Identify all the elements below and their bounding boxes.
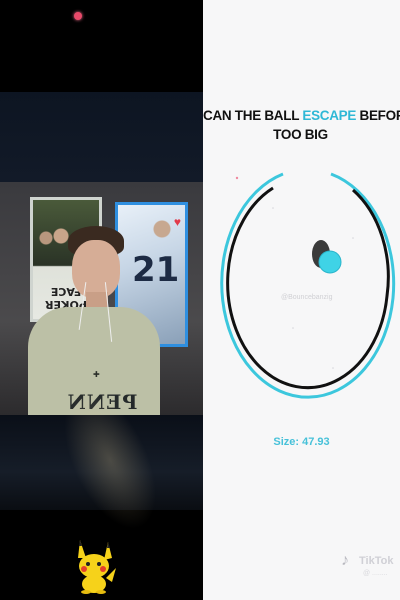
- heart-icon: ♥: [173, 215, 181, 229]
- tiktok-logo-icon: ♪: [341, 552, 349, 569]
- particle: [272, 207, 274, 209]
- particle: [352, 237, 354, 239]
- watermark: @Bouncebanzig: [281, 294, 333, 301]
- title-highlight: ESCAPE: [302, 108, 357, 123]
- title-part-2: BEFORE ITS: [359, 108, 400, 123]
- particle: [332, 367, 334, 369]
- poster-21-number: 21: [132, 250, 180, 290]
- particle: [235, 176, 239, 180]
- pikachu-sticker-icon: [78, 540, 116, 594]
- video-title: CAN THE BALL ESCAPE BEFORE ITS TOO BIG: [203, 106, 400, 144]
- tiktok-handle: @ ........: [363, 570, 388, 577]
- game-panel: CAN THE BALL ESCAPE BEFORE ITS TOO BIG @…: [203, 0, 400, 600]
- title-line-2: TOO BIG: [273, 127, 328, 142]
- ball: [318, 250, 342, 274]
- particle: [292, 327, 294, 329]
- inner-ring: [226, 186, 390, 390]
- tiktok-watermark: ♪ TikTok @ ........: [341, 552, 399, 580]
- tiktok-name: TikTok: [359, 555, 394, 567]
- reaction-panel: POKER FACE ♥ 21 ✚ PENN: [0, 0, 203, 600]
- record-dot-icon: [74, 12, 82, 20]
- size-readout: Size: 47.93: [273, 436, 330, 448]
- title-part-1: CAN THE BALL: [203, 108, 303, 123]
- person-face: [72, 240, 120, 298]
- top-black-band: [0, 0, 203, 92]
- upper-dark-band: [0, 92, 203, 182]
